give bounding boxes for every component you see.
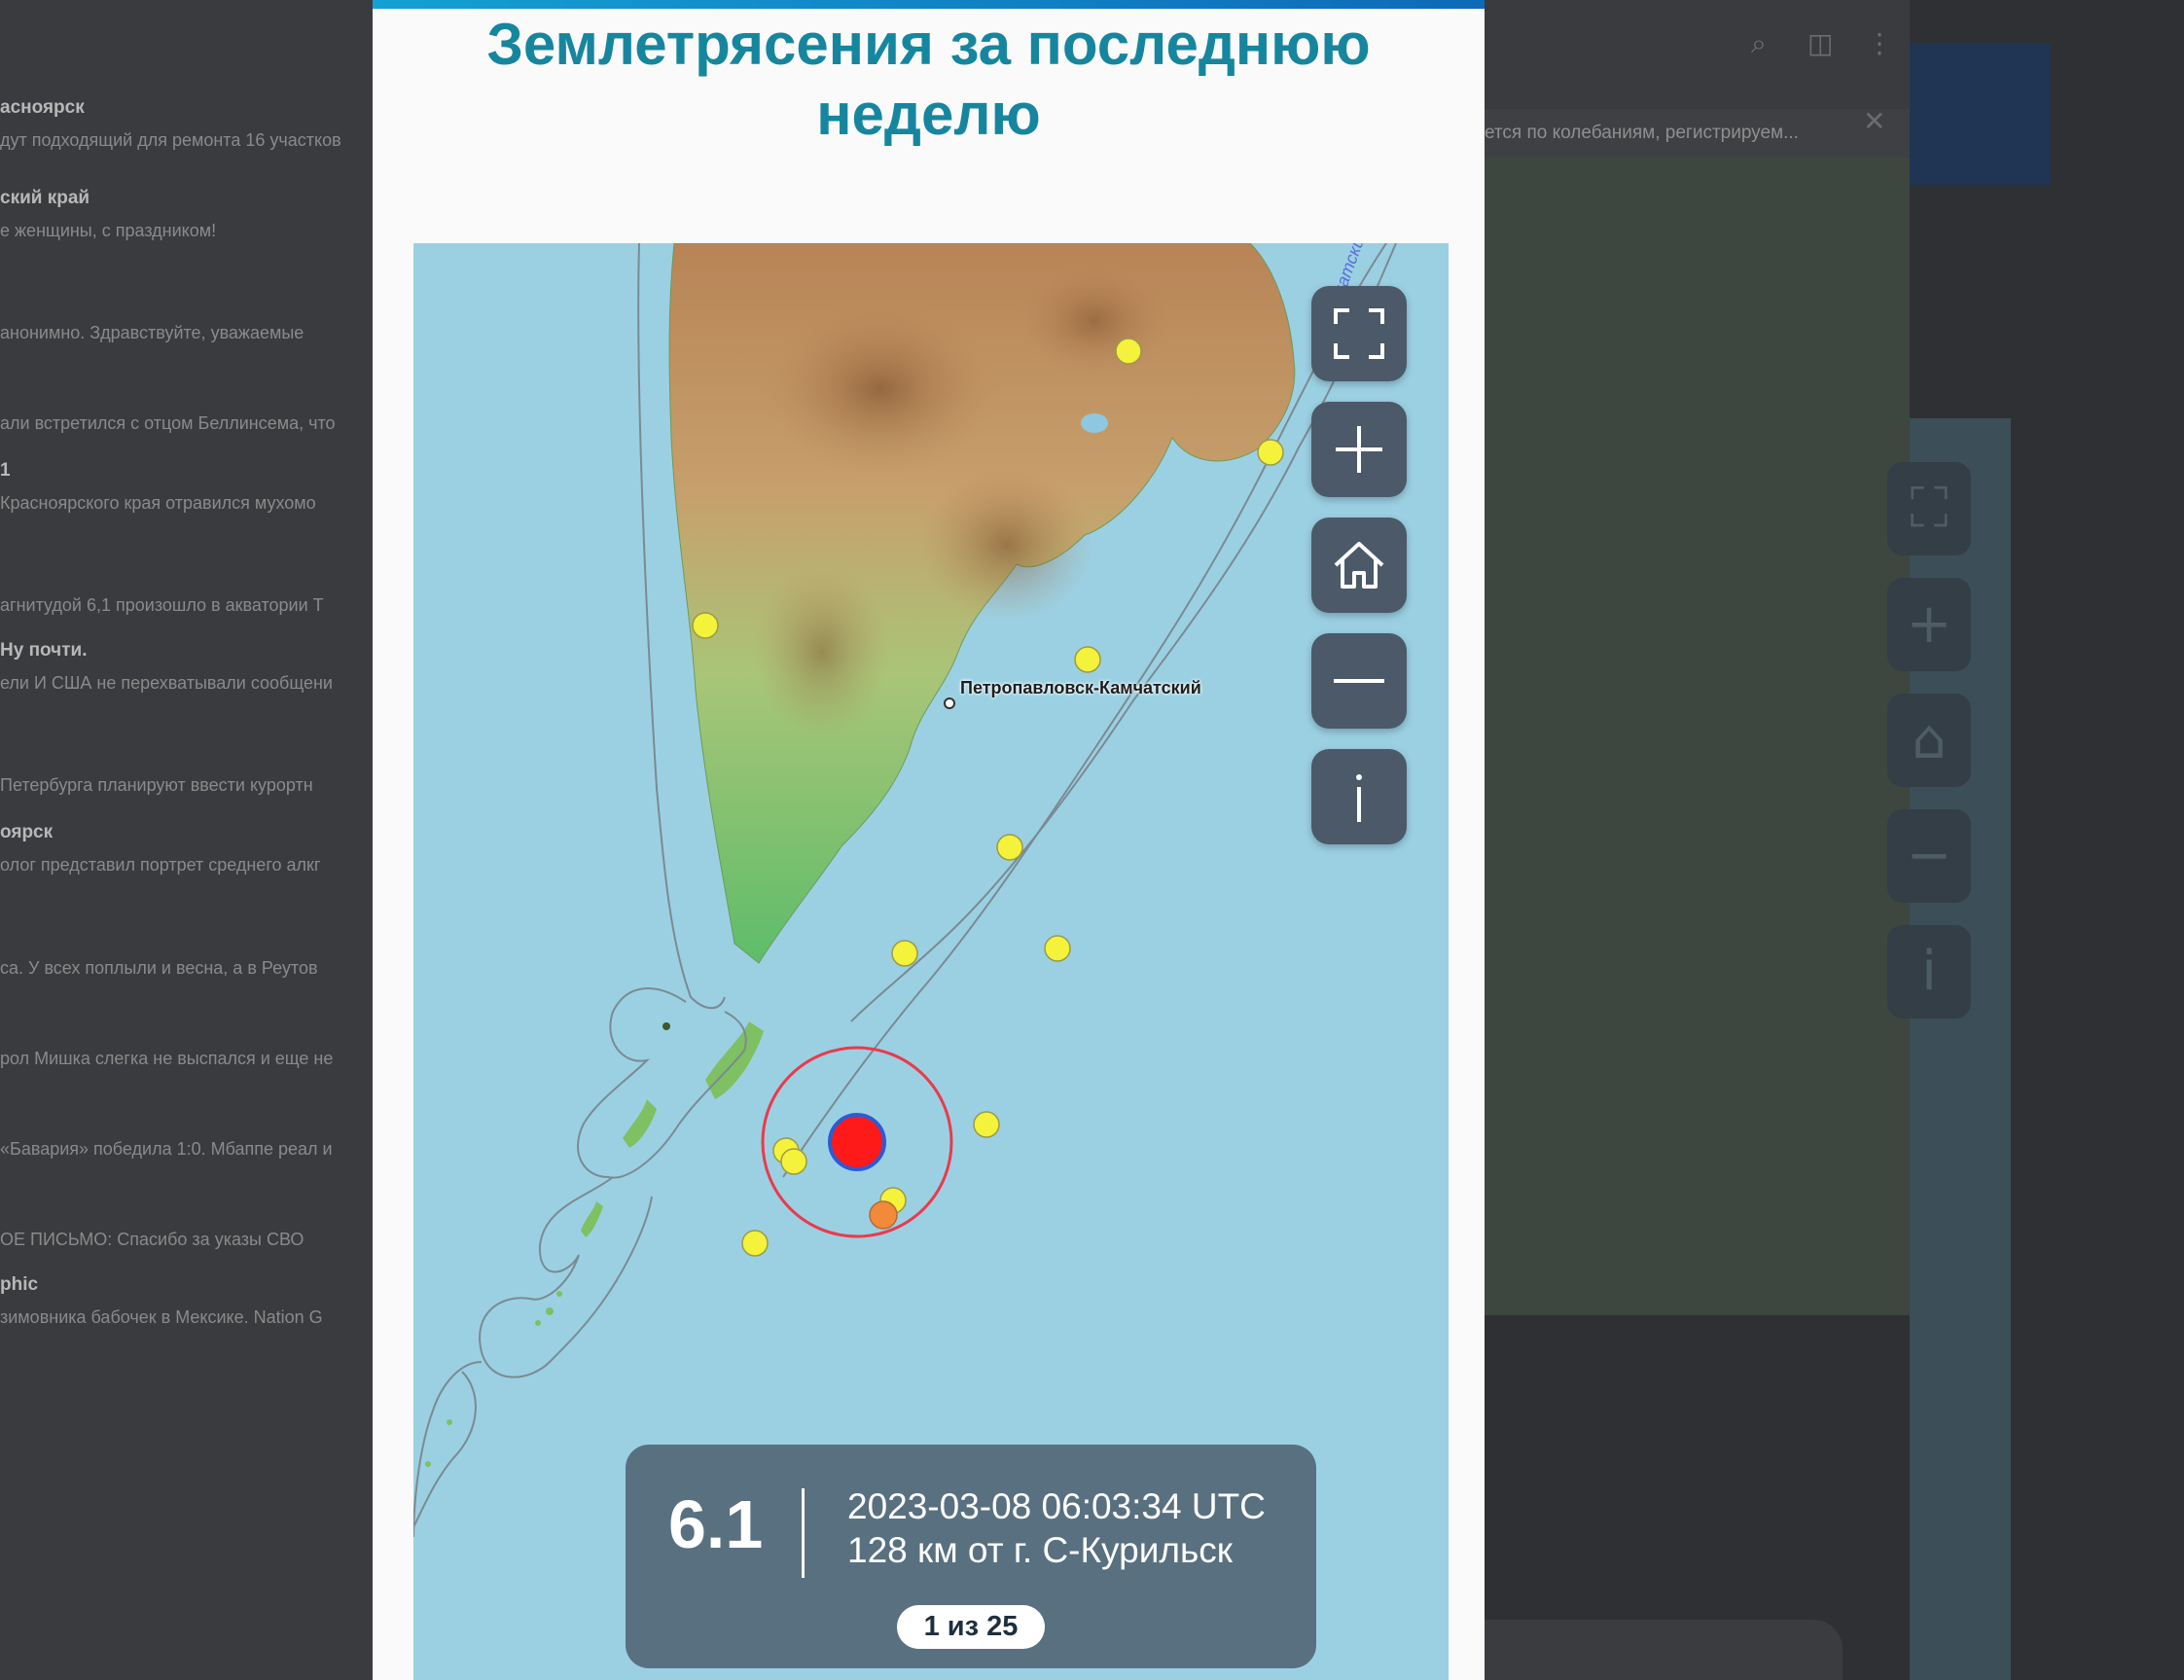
event-marker[interactable]: [996, 834, 1023, 861]
background-fullscreen-icon: ⛶: [1887, 462, 1971, 555]
feed-item[interactable]: оярск олог представил портрет среднего ал…: [0, 822, 373, 876]
zoom-in-button[interactable]: [1311, 402, 1407, 497]
feed-item[interactable]: ОЕ ПИСЬМО: Спасибо за указы СВО: [0, 1218, 373, 1250]
city-marker: [944, 697, 955, 709]
background-zoom-out-icon: −: [1887, 809, 1971, 903]
feed-item[interactable]: «Бавария» победила 1:0. Мбаппе реал и: [0, 1127, 373, 1160]
page-title: Землетрясения за последнюю неделю: [373, 10, 1485, 150]
background-zoom-in-icon: +: [1887, 578, 1971, 671]
zoom-in-icon: [1336, 426, 1382, 473]
event-marker[interactable]: [780, 1148, 807, 1175]
close-icon[interactable]: ✕: [1863, 105, 1885, 137]
feed-item[interactable]: phic зимовника бабочек в Мексике. Nation …: [0, 1274, 373, 1328]
event-marker[interactable]: [869, 1200, 898, 1230]
event-marker[interactable]: [973, 1111, 1000, 1138]
feed-item[interactable]: са. У всех поплыли и весна, а в Реутов: [0, 947, 373, 979]
sidebar-toggle-icon[interactable]: ◫: [1808, 27, 1833, 59]
event-marker[interactable]: [741, 1230, 769, 1257]
modal-accent-bar: [373, 0, 1485, 9]
more-icon[interactable]: ⋮: [1866, 27, 1893, 59]
background-feed: асноярск дут подходящий для ремонта 16 уч…: [0, 0, 373, 1680]
title-line-2: неделю: [816, 82, 1041, 147]
earthquake-info-card[interactable]: 6.1 2023-03-08 06:03:34 UTC 128 км от г.…: [626, 1445, 1316, 1668]
feed-item[interactable]: анонимно. Здравствуйте, уважаемые: [0, 311, 373, 343]
magnitude-value: 6.1: [668, 1486, 764, 1562]
event-marker[interactable]: [891, 940, 918, 967]
event-marker[interactable]: [1074, 646, 1101, 673]
earthquake-modal: Землетрясения за последнюю неделю Петроп…: [373, 0, 1485, 1680]
earthquake-map[interactable]: Петропавловск-Камчатский Камчатский: [413, 243, 1449, 1680]
event-datetime: 2023-03-08 06:03:34 UTC: [847, 1486, 1266, 1526]
fullscreen-icon: [1334, 308, 1384, 359]
title-line-1: Землетрясения за последнюю: [486, 12, 1371, 77]
home-button[interactable]: [1311, 518, 1407, 613]
info-icon: [1356, 774, 1362, 822]
selected-event-marker[interactable]: [828, 1113, 886, 1171]
zoom-out-icon: [1334, 679, 1384, 683]
event-counter-badge[interactable]: 1 из 25: [897, 1605, 1045, 1649]
feed-item[interactable]: ский край е женщины, с праздником!: [0, 188, 373, 241]
feed-item[interactable]: Петербурга планируют ввести курортн: [0, 764, 373, 796]
feed-item[interactable]: 1 Красноярского края отравился мухомо: [0, 460, 373, 514]
zoom-out-button[interactable]: [1311, 633, 1407, 729]
feed-item[interactable]: рол Мишка слегка не выспался и еще не: [0, 1037, 373, 1069]
fullscreen-button[interactable]: [1311, 286, 1407, 381]
event-marker[interactable]: [1115, 338, 1142, 365]
feed-item[interactable]: агнитудой 6,1 произошло в акватории Т: [0, 584, 373, 616]
background-info-pill: [1485, 1620, 1843, 1680]
background-thumbnail: [1910, 43, 2051, 185]
event-marker[interactable]: [1257, 439, 1284, 466]
home-icon: [1334, 542, 1384, 589]
info-button[interactable]: [1311, 749, 1407, 844]
event-marker[interactable]: [1044, 935, 1071, 962]
background-map: [1485, 158, 1910, 1315]
feed-item[interactable]: асноярск дут подходящий для ремонта 16 уч…: [0, 97, 373, 151]
background-notice: ется по колебаниям, регистрируем...: [1485, 109, 1910, 158]
background-info-icon: i: [1887, 925, 1971, 1019]
feed-item[interactable]: али встретился с отцом Беллинсема, что: [0, 402, 373, 434]
event-marker[interactable]: [692, 612, 719, 639]
event-location: 128 км от г. С-Курильск: [847, 1530, 1233, 1570]
search-icon[interactable]: ⌕: [1751, 27, 1767, 60]
city-label: Петропавловск-Камчатский: [960, 678, 1201, 697]
feed-item[interactable]: Ну почти. ели И США не перехватывали сооб…: [0, 640, 373, 694]
info-divider: [802, 1488, 805, 1578]
background-home-icon: ⌂: [1887, 694, 1971, 787]
